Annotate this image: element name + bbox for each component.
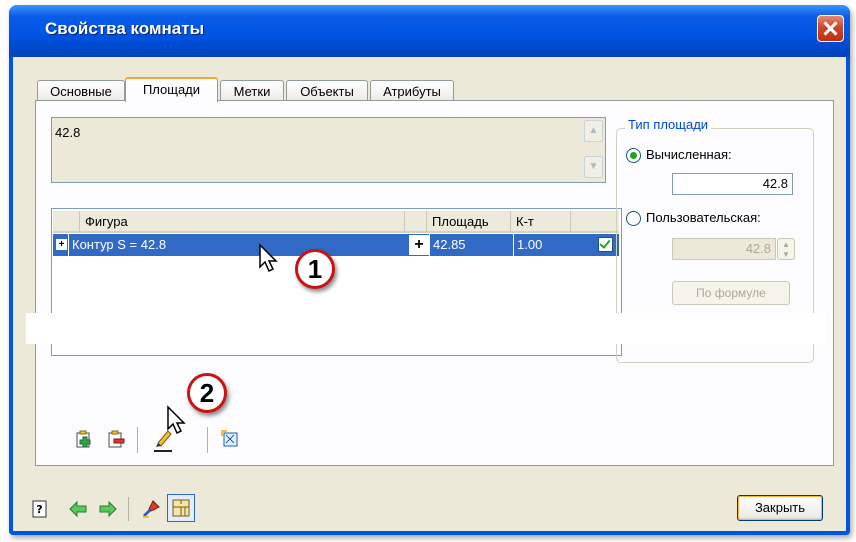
mouse-cursor-icon xyxy=(259,243,278,273)
custom-label: Пользовательская: xyxy=(646,210,761,225)
scroll-down-icon[interactable]: ▼ xyxy=(584,156,603,178)
back-arrow-icon[interactable] xyxy=(68,499,88,519)
window-title: Свойства комнаты xyxy=(45,19,205,38)
svg-text:?: ? xyxy=(36,503,42,516)
table-header-coef[interactable]: К-т xyxy=(511,211,571,233)
toolbar-separator xyxy=(137,427,138,453)
custom-value-field[interactable]: 42.8 xyxy=(672,238,776,260)
area-text-field[interactable]: 42.8 ▲ ▼ xyxy=(51,117,606,183)
title-bar[interactable]: Свойства комнаты xyxy=(9,5,850,57)
table-header-area[interactable]: Площадь xyxy=(427,211,511,233)
calculated-value-field[interactable]: 42.8 xyxy=(672,173,793,195)
table-row[interactable]: + Контур S = 42.8 + 42.85 1.00 xyxy=(53,234,619,256)
callout-badge: 2 xyxy=(187,373,227,413)
coef-cell-text: 1.00 xyxy=(517,237,543,252)
area-type-title: Тип площади xyxy=(625,117,712,132)
scroll-up-icon[interactable]: ▲ xyxy=(584,120,603,142)
overlay-strip xyxy=(26,313,825,344)
custom-radio[interactable] xyxy=(626,211,641,226)
table-header-figure[interactable]: Фигура xyxy=(80,211,405,233)
table-header-blank xyxy=(53,211,80,233)
figure-cell-text: Контур S = 42.8 xyxy=(72,237,167,252)
remove-figure-icon[interactable] xyxy=(106,429,126,449)
floor-plan-icon xyxy=(172,499,190,517)
tab-ploshchadi[interactable]: Площади xyxy=(125,77,218,102)
close-window-button[interactable] xyxy=(817,15,844,42)
by-formula-button[interactable]: По формуле xyxy=(672,281,790,305)
dialog-client: Основные Площади Метки Объекты Атрибуты … xyxy=(13,57,846,531)
toolbar-separator xyxy=(207,427,208,453)
help-icon[interactable]: ? xyxy=(30,499,50,519)
select-region-icon[interactable] xyxy=(220,429,240,449)
table-header-op xyxy=(405,211,427,233)
tab-metki[interactable]: Метки xyxy=(220,80,284,101)
area-cell-text: 42.85 xyxy=(433,237,466,252)
expand-icon[interactable]: + xyxy=(56,239,67,250)
add-figure-icon[interactable] xyxy=(74,429,94,449)
callout-badge: 1 xyxy=(295,249,335,289)
calculated-label: Вычисленная: xyxy=(646,147,732,162)
mouse-cursor-icon xyxy=(167,405,186,435)
layout-toggle[interactable] xyxy=(167,494,195,522)
include-checkbox[interactable] xyxy=(598,237,613,252)
dialog-window: Свойства комнаты Основные Площади Метки … xyxy=(9,5,850,535)
tab-atributy[interactable]: Атрибуты xyxy=(370,80,454,101)
toolbar-separator xyxy=(128,497,129,521)
close-button[interactable]: Закрыть xyxy=(737,495,823,521)
tab-osnovnye[interactable]: Основные xyxy=(37,80,125,101)
forward-arrow-icon[interactable] xyxy=(98,499,118,519)
tab-obekty[interactable]: Объекты xyxy=(286,80,368,101)
calculated-radio[interactable] xyxy=(626,148,641,163)
add-op-icon[interactable]: + xyxy=(409,235,429,255)
table-header-check xyxy=(571,211,619,233)
area-text-value: 42.8 xyxy=(55,125,81,140)
paint-brush-icon[interactable] xyxy=(141,499,161,519)
custom-value-spinner[interactable]: ▲ ▼ xyxy=(777,238,795,260)
